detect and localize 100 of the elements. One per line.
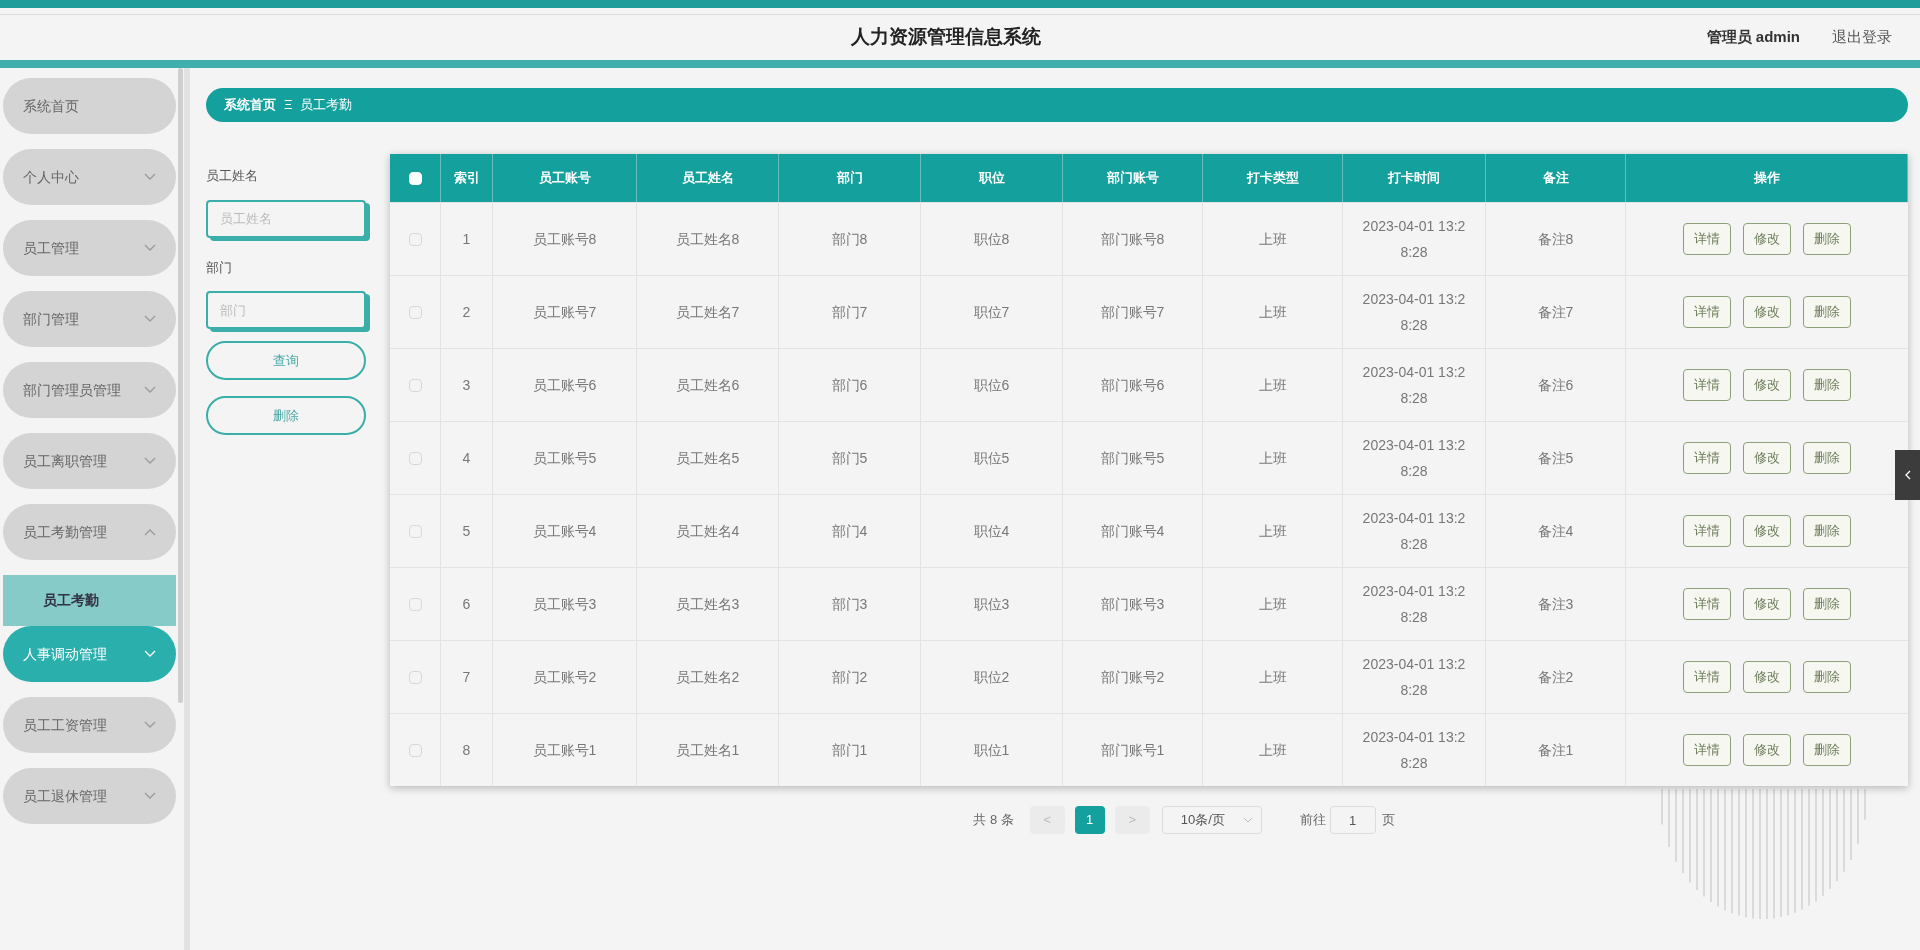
delete-button[interactable]: 删除 bbox=[1803, 661, 1851, 693]
table-cell-text: 2023-04-01 13:28:28 bbox=[1361, 582, 1467, 627]
details-button[interactable]: 详情 bbox=[1683, 515, 1731, 547]
details-button[interactable]: 详情 bbox=[1683, 734, 1731, 766]
sidebar-item[interactable]: 员工管理 bbox=[3, 220, 176, 276]
table-cell-text: 部门账号3 bbox=[1100, 594, 1165, 614]
table-cell-text: 部门3 bbox=[831, 594, 868, 614]
select-all-checkbox[interactable] bbox=[408, 171, 422, 185]
table-cell-text: 部门2 bbox=[831, 667, 868, 687]
table-cell-text: 上班 bbox=[1258, 521, 1287, 541]
chevron-down-icon bbox=[144, 244, 156, 252]
row-checkbox[interactable] bbox=[408, 378, 422, 392]
table-cell-text: 备注6 bbox=[1537, 375, 1574, 395]
logout-link[interactable]: 退出登录 bbox=[1832, 26, 1892, 49]
table-cell-text: 上班 bbox=[1258, 302, 1287, 322]
table-cell-text: 上班 bbox=[1258, 667, 1287, 687]
chevron-down-icon bbox=[144, 315, 156, 323]
edit-button[interactable]: 修改 bbox=[1743, 223, 1791, 255]
table-cell-text: 上班 bbox=[1258, 594, 1287, 614]
table-cell-text: 部门6 bbox=[831, 375, 868, 395]
delete-button[interactable]: 删除 bbox=[1803, 296, 1851, 328]
table-cell-text: 上班 bbox=[1258, 740, 1287, 760]
table-cell-text: 职位1 bbox=[973, 740, 1010, 760]
sidebar-item[interactable]: 员工工资管理 bbox=[3, 697, 176, 753]
table-cell-text: 备注8 bbox=[1537, 229, 1574, 249]
sidebar-item[interactable]: 部门管理员管理 bbox=[3, 362, 176, 418]
sidebar-item[interactable]: 员工考勤管理 bbox=[3, 504, 176, 560]
chevron-down-icon bbox=[144, 386, 156, 394]
table-cell-text: 职位4 bbox=[973, 521, 1010, 541]
page-size-select[interactable]: 10条/页 bbox=[1161, 806, 1262, 834]
table-cell-text: 6 bbox=[462, 594, 471, 614]
table-cell-text: 2023-04-01 13:28:28 bbox=[1361, 509, 1467, 554]
chevron-left-icon bbox=[1904, 470, 1911, 480]
delete-button[interactable]: 删除 bbox=[1803, 588, 1851, 620]
delete-button[interactable]: 删除 bbox=[1803, 369, 1851, 401]
column-header: 员工姓名 bbox=[637, 154, 779, 202]
sidebar-item[interactable]: 个人中心 bbox=[3, 149, 176, 205]
edit-button[interactable]: 修改 bbox=[1743, 588, 1791, 620]
sidebar-item[interactable]: 部门管理 bbox=[3, 291, 176, 347]
table-cell-text: 备注1 bbox=[1537, 740, 1574, 760]
edit-button[interactable]: 修改 bbox=[1743, 515, 1791, 547]
table-cell-text: 员工账号3 bbox=[532, 594, 597, 614]
column-header: 备注 bbox=[1486, 154, 1626, 202]
table-cell-text: 部门7 bbox=[831, 302, 868, 322]
column-header: 索引 bbox=[441, 154, 493, 202]
details-button[interactable]: 详情 bbox=[1683, 296, 1731, 328]
sidebar-item[interactable]: 员工退休管理 bbox=[3, 768, 176, 824]
table-cell-text: 部门账号1 bbox=[1100, 740, 1165, 760]
delete-button[interactable]: 删除 bbox=[206, 396, 366, 435]
details-button[interactable]: 详情 bbox=[1683, 588, 1731, 620]
delete-button[interactable]: 删除 bbox=[1803, 734, 1851, 766]
delete-button[interactable]: 删除 bbox=[1803, 515, 1851, 547]
page-button[interactable]: 1 bbox=[1074, 806, 1105, 834]
page-number-field[interactable]: 1 bbox=[1329, 806, 1376, 834]
sidebar-item[interactable]: 员工离职管理 bbox=[3, 433, 176, 489]
chevron-down-icon bbox=[144, 792, 156, 800]
table-cell-text: 员工姓名5 bbox=[675, 448, 740, 468]
table-cell-text: 部门4 bbox=[831, 521, 868, 541]
details-button[interactable]: 详情 bbox=[1683, 369, 1731, 401]
table-cell-text: 员工姓名6 bbox=[675, 375, 740, 395]
details-button[interactable]: 详情 bbox=[1683, 661, 1731, 693]
table-cell-text: 7 bbox=[462, 667, 471, 687]
edit-button[interactable]: 修改 bbox=[1743, 661, 1791, 693]
breadcrumb-link[interactable]: 系统首页 bbox=[224, 95, 276, 115]
table-cell-text: 部门账号7 bbox=[1100, 302, 1165, 322]
row-checkbox[interactable] bbox=[408, 524, 422, 538]
row-checkbox[interactable] bbox=[408, 451, 422, 465]
table-cell-text: 部门1 bbox=[831, 740, 868, 760]
collapse-handle[interactable] bbox=[1895, 450, 1920, 500]
delete-button[interactable]: 删除 bbox=[1803, 442, 1851, 474]
sidebar-item[interactable]: 系统首页 bbox=[3, 78, 176, 134]
table-cell-text: 4 bbox=[462, 448, 471, 468]
sidebar-item[interactable]: 人事调动管理 bbox=[3, 626, 176, 682]
sidebar-scrollbar[interactable] bbox=[178, 68, 183, 703]
table-cell-text: 员工姓名8 bbox=[675, 229, 740, 249]
row-checkbox[interactable] bbox=[408, 232, 422, 246]
table-cell-text: 3 bbox=[462, 375, 471, 395]
total-count: 共 8 条 bbox=[973, 811, 1014, 830]
details-button[interactable]: 详情 bbox=[1683, 442, 1731, 474]
search-button[interactable]: 查询 bbox=[206, 341, 366, 380]
table-cell-text: 上班 bbox=[1258, 229, 1287, 249]
table-cell-text: 备注2 bbox=[1537, 667, 1574, 687]
row-checkbox[interactable] bbox=[408, 670, 422, 684]
row-checkbox[interactable] bbox=[408, 597, 422, 611]
edit-button[interactable]: 修改 bbox=[1743, 734, 1791, 766]
table-cell-text: 员工账号6 bbox=[532, 375, 597, 395]
row-checkbox[interactable] bbox=[408, 305, 422, 319]
row-checkbox[interactable] bbox=[408, 743, 422, 757]
table-cell-text: 职位5 bbox=[973, 448, 1010, 468]
edit-button[interactable]: 修改 bbox=[1743, 369, 1791, 401]
table-cell-text: 员工姓名7 bbox=[675, 302, 740, 322]
sidebar-subitem[interactable]: 员工考勤 bbox=[3, 575, 176, 626]
page-unit-label: 页 bbox=[1381, 811, 1395, 830]
details-button[interactable]: 详情 bbox=[1683, 223, 1731, 255]
table-cell-text: 部门账号4 bbox=[1100, 521, 1165, 541]
edit-button[interactable]: 修改 bbox=[1743, 296, 1791, 328]
delete-button[interactable]: 删除 bbox=[1803, 223, 1851, 255]
edit-button[interactable]: 修改 bbox=[1743, 442, 1791, 474]
breadcrumb-current: 员工考勤 bbox=[300, 96, 353, 115]
table-cell-text: 职位7 bbox=[973, 302, 1010, 322]
